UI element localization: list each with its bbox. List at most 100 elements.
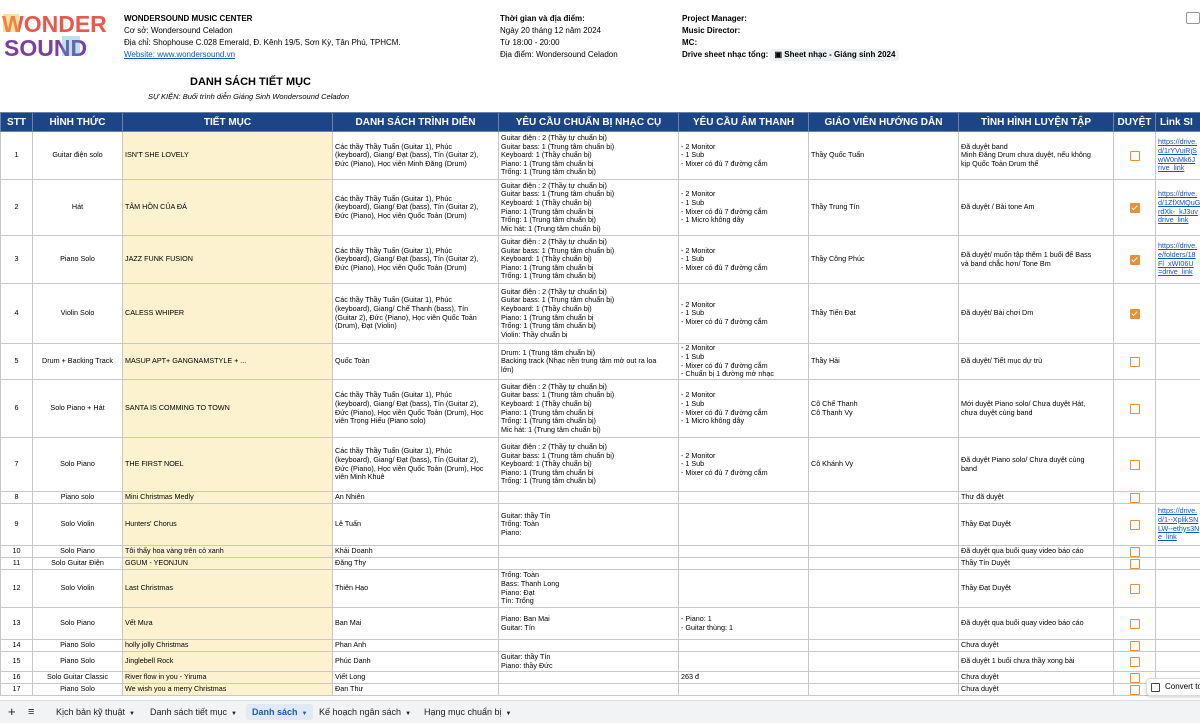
row-practice[interactable]: Thư đã duyệt (959, 492, 1114, 504)
row-form[interactable]: Solo Piano (33, 438, 123, 492)
row-stt[interactable]: 12 (1, 570, 33, 608)
row-form[interactable]: Solo Guitar Điện (33, 558, 123, 570)
approved-checkbox[interactable] (1130, 685, 1140, 695)
row-instruments[interactable] (499, 672, 679, 684)
row-stt[interactable]: 13 (1, 608, 33, 640)
row-piece[interactable]: CALESS WHIPER (123, 284, 333, 344)
row-piece[interactable]: Last Christmas (123, 570, 333, 608)
row-teacher[interactable] (809, 672, 959, 684)
approved-checkbox[interactable] (1130, 547, 1140, 557)
approved-checkbox[interactable] (1130, 309, 1140, 319)
row-form[interactable]: Guitar điện solo (33, 132, 123, 180)
row-sound[interactable]: 263 đ (679, 672, 809, 684)
row-form[interactable]: Drum + Backing Track (33, 344, 123, 380)
approved-checkbox[interactable] (1130, 673, 1140, 683)
add-sheet-button[interactable]: + (2, 704, 22, 720)
row-teacher[interactable]: Thầy Quốc Tuấn (809, 132, 959, 180)
col-header-sound[interactable]: YÊU CẦU ÂM THANH (679, 113, 809, 132)
website-link[interactable]: www.wondersound.vn (157, 50, 235, 59)
col-header-approved[interactable]: DUYỆT (1114, 113, 1156, 132)
row-teacher[interactable]: Cô Chế Thanh Cô Thanh Vy (809, 380, 959, 438)
col-header-practice[interactable]: TÌNH HÌNH LUYỆN TẬP (959, 113, 1114, 132)
row-stt[interactable]: 14 (1, 640, 33, 652)
row-instruments[interactable] (499, 492, 679, 504)
row-instruments[interactable]: Drum: 1 (Trung tâm chuẩn bị) Backing tra… (499, 344, 679, 380)
approved-checkbox[interactable] (1130, 520, 1140, 530)
all-sheets-menu-icon[interactable]: ≡ (22, 704, 40, 720)
row-performers[interactable]: An Nhiên (333, 492, 499, 504)
approved-checkbox[interactable] (1130, 493, 1140, 503)
row-instruments[interactable]: Guitar điện : 2 (Thầy tự chuẩn bị) Guita… (499, 380, 679, 438)
row-practice[interactable]: Đã duyệt band Minh Đăng Drum chưa duyệt,… (959, 132, 1114, 180)
row-performers[interactable]: Các thầy Thầy Tuấn (Guitar 1), Phúc (key… (333, 236, 499, 284)
row-link[interactable]: https://drive. d/1--XplikSN LW--ethys3N … (1156, 504, 1200, 546)
row-practice[interactable]: Đã duyệt qua buổi quay video báo cáo (959, 608, 1114, 640)
col-header-performers[interactable]: DANH SÁCH TRÌNH DIỄN (333, 113, 499, 132)
row-stt[interactable]: 1 (1, 132, 33, 180)
row-stt[interactable]: 16 (1, 672, 33, 684)
row-performers[interactable]: Viết Long (333, 672, 499, 684)
approved-checkbox[interactable] (1130, 619, 1140, 629)
row-teacher[interactable]: Thầy Trung Tín (809, 180, 959, 236)
row-teacher[interactable] (809, 570, 959, 608)
row-form[interactable]: Solo Violin (33, 570, 123, 608)
row-performers[interactable]: Thiên Hạo (333, 570, 499, 608)
row-sound[interactable]: - Piano: 1 - Guitar thùng: 1 (679, 608, 809, 640)
row-link[interactable] (1156, 284, 1200, 344)
approved-checkbox[interactable] (1130, 559, 1140, 569)
row-sound[interactable] (679, 640, 809, 652)
row-instruments[interactable]: Guitar điện : 2 (Thầy tự chuẩn bị) Guita… (499, 180, 679, 236)
row-practice[interactable]: Đã duyệt / Bài tone Am (959, 180, 1114, 236)
row-performers[interactable]: Phan Anh (333, 640, 499, 652)
row-instruments[interactable] (499, 640, 679, 652)
row-practice[interactable]: Mới duyệt Piano solo/ Chưa duyệt Hát, ch… (959, 380, 1114, 438)
tab-kich-ban-ky-thuat[interactable]: Kịch bản kỹ thuật▼ (50, 704, 141, 720)
row-practice[interactable]: Đã duyệt/ Bài chơi Dm (959, 284, 1114, 344)
approved-checkbox[interactable] (1130, 203, 1140, 213)
row-form[interactable]: Solo Violin (33, 504, 123, 546)
row-performers[interactable]: Các thầy Thầy Tuấn (Guitar 1), Phúc (key… (333, 284, 499, 344)
row-instruments[interactable]: Piano: Ban Mai Guitar: Tín (499, 608, 679, 640)
row-practice[interactable]: Đã duyệt Piano solo/ Chưa duyệt cùng ban… (959, 438, 1114, 492)
row-piece[interactable]: ISN'T SHE LOVELY (123, 132, 333, 180)
row-piece[interactable]: Jinglebell Rock (123, 652, 333, 672)
row-stt[interactable]: 15 (1, 652, 33, 672)
row-link[interactable] (1156, 558, 1200, 570)
row-teacher[interactable] (809, 492, 959, 504)
row-piece[interactable]: We wish you a merry Christmas (123, 684, 333, 696)
row-piece[interactable]: River flow in you - Yiruma (123, 672, 333, 684)
row-performers[interactable]: Phúc Danh (333, 652, 499, 672)
row-performers[interactable]: Các thầy Thầy Tuấn (Guitar 1), Phúc (key… (333, 438, 499, 492)
row-stt[interactable]: 10 (1, 546, 33, 558)
row-performers[interactable]: Quốc Toàn (333, 344, 499, 380)
row-form[interactable]: Solo Piano + Hát (33, 380, 123, 438)
row-link[interactable] (1156, 380, 1200, 438)
row-instruments[interactable] (499, 558, 679, 570)
row-instruments[interactable]: Guitar điện : 2 (Thầy tự chuẩn bị) Guita… (499, 132, 679, 180)
approved-checkbox[interactable] (1130, 255, 1140, 265)
row-teacher[interactable]: Cô Khánh Vy (809, 438, 959, 492)
row-teacher[interactable] (809, 652, 959, 672)
row-stt[interactable]: 8 (1, 492, 33, 504)
row-piece[interactable]: THE FIRST NOEL (123, 438, 333, 492)
row-piece[interactable]: Mini Christmas Medly (123, 492, 333, 504)
row-link[interactable]: https://drive. d/1ZfXMQuG rdXk-_kJ3uv dr… (1156, 180, 1200, 236)
row-link[interactable] (1156, 438, 1200, 492)
row-piece[interactable]: JAZZ FUNK FUSION (123, 236, 333, 284)
row-sound[interactable]: - 2 Monitor - 1 Sub - Mixer có đủ 7 đườn… (679, 132, 809, 180)
row-teacher[interactable]: Thầy Hải (809, 344, 959, 380)
row-teacher[interactable] (809, 640, 959, 652)
col-header-form[interactable]: HÌNH THỨC (33, 113, 123, 132)
row-sound[interactable]: - 2 Monitor - 1 Sub - Mixer có đủ 7 đườn… (679, 438, 809, 492)
row-form[interactable]: Solo Piano (33, 608, 123, 640)
row-teacher[interactable]: Thầy Công Phúc (809, 236, 959, 284)
row-form[interactable]: Piano Solo (33, 684, 123, 696)
row-sound[interactable]: - 2 Monitor - 1 Sub - Mixer có đủ 7 đườn… (679, 344, 809, 380)
row-link[interactable] (1156, 570, 1200, 608)
col-header-piece[interactable]: TIẾT MỤC (123, 113, 333, 132)
row-piece[interactable]: GGUM - YEONJUN (123, 558, 333, 570)
row-form[interactable]: Violin Solo (33, 284, 123, 344)
row-piece[interactable]: SANTA IS COMMING TO TOWN (123, 380, 333, 438)
row-form[interactable]: Solo Guitar Classic (33, 672, 123, 684)
row-form[interactable]: Piano solo (33, 492, 123, 504)
